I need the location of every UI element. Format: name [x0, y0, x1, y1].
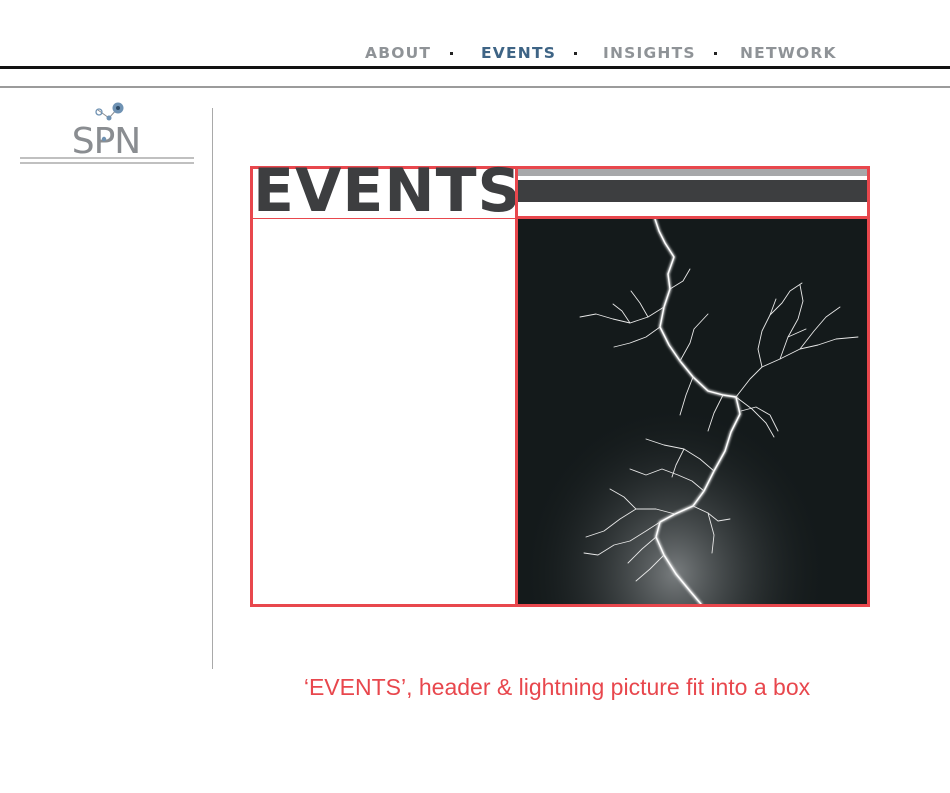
header-rule-grey: [0, 86, 950, 88]
header-rule-dark: [0, 66, 950, 69]
events-title: EVENTS: [253, 156, 522, 226]
spn-logo[interactable]: SPN: [20, 98, 194, 166]
nav-item-insights[interactable]: INSIGHTS: [603, 44, 696, 62]
nav-separator: [714, 52, 717, 55]
header-bar-dark: [518, 180, 867, 202]
top-navigation: ABOUT EVENTS INSIGHTS NETWORK: [0, 40, 950, 66]
lightning-photo: [518, 219, 867, 604]
header-bar-light: [518, 169, 867, 176]
logo-text: SPN: [72, 121, 141, 162]
caption-note: ‘EVENTS’, header & lightning picture fit…: [303, 674, 811, 700]
sidebar-divider: [212, 108, 213, 669]
nav-item-about[interactable]: ABOUT: [365, 44, 431, 62]
nav-separator: [450, 52, 453, 55]
nav-item-events[interactable]: EVENTS: [481, 44, 556, 62]
title-underline: [253, 218, 515, 219]
nav-separator: [574, 52, 577, 55]
events-box: EVENTS: [250, 161, 870, 607]
nav-item-network[interactable]: NETWORK: [740, 44, 837, 62]
